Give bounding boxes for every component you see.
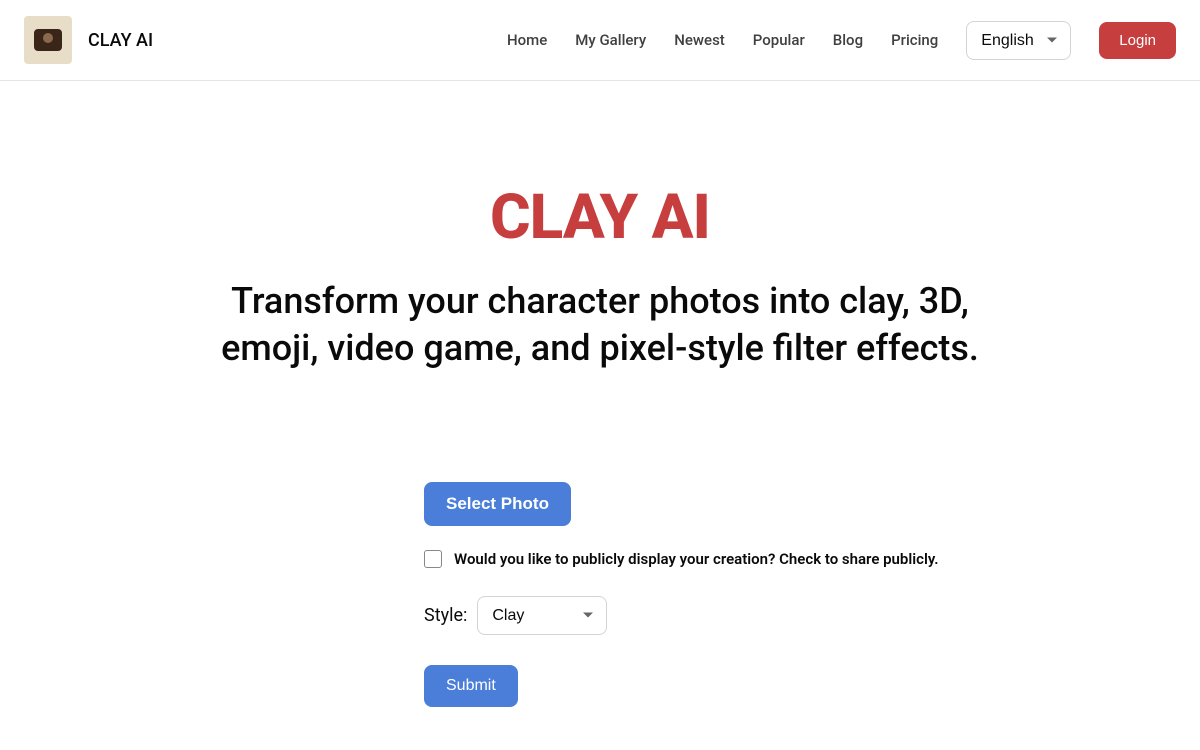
login-button[interactable]: Login: [1099, 22, 1176, 59]
logo-icon[interactable]: [24, 16, 72, 64]
header-right: Home My Gallery Newest Popular Blog Pric…: [507, 21, 1176, 60]
header: CLAY AI Home My Gallery Newest Popular B…: [0, 0, 1200, 81]
brand-name: CLAY AI: [88, 30, 153, 51]
checkbox-row: Would you like to publicly display your …: [424, 550, 984, 568]
submit-button[interactable]: Submit: [424, 665, 518, 707]
language-select-wrapper: English: [966, 21, 1071, 60]
style-label: Style:: [424, 605, 467, 626]
main: CLAY AI Transform your character photos …: [100, 81, 1100, 747]
public-display-checkbox[interactable]: [424, 550, 442, 568]
nav-link-newest[interactable]: Newest: [674, 31, 725, 49]
nav-link-my-gallery[interactable]: My Gallery: [575, 31, 646, 49]
style-select-wrapper: Clay: [477, 596, 607, 635]
nav-link-blog[interactable]: Blog: [833, 31, 863, 49]
language-select[interactable]: English: [966, 21, 1071, 60]
nav-link-home[interactable]: Home: [507, 31, 547, 49]
style-select[interactable]: Clay: [477, 596, 607, 635]
public-display-label: Would you like to publicly display your …: [454, 550, 939, 568]
style-row: Style: Clay: [424, 596, 984, 635]
form-area: Select Photo Would you like to publicly …: [424, 482, 984, 707]
hero-title: CLAY AI: [124, 181, 1076, 254]
hero-subtitle: Transform your character photos into cla…: [190, 278, 1010, 372]
nav-link-popular[interactable]: Popular: [753, 31, 805, 49]
header-left: CLAY AI: [24, 16, 153, 64]
nav-link-pricing[interactable]: Pricing: [891, 31, 938, 49]
select-photo-button[interactable]: Select Photo: [424, 482, 571, 526]
